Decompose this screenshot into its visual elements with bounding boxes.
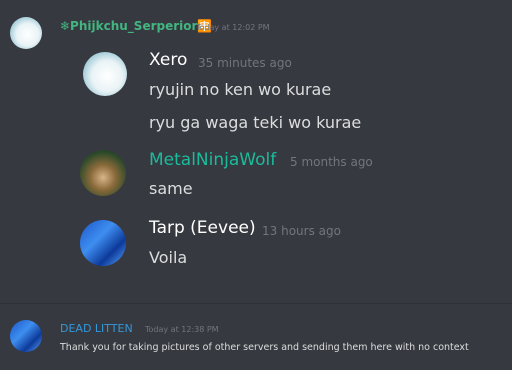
message-divider (0, 303, 512, 304)
metalninjawolf-avatar (80, 150, 126, 196)
xero-username: Xero (149, 50, 188, 70)
dead-litten-message: Thank you for taking pictures of other s… (60, 342, 469, 353)
tarp-username: Tarp (Eevee) (149, 218, 256, 238)
tarp-avatar (80, 220, 126, 266)
metalninjawolf-timestamp: 5 months ago (290, 155, 373, 169)
tarp-timestamp: 13 hours ago (262, 224, 341, 238)
phijkchu-username[interactable]: ❄Phijkchu_Serperior🈸 (60, 19, 212, 33)
tarp-message: Voila (149, 248, 188, 267)
phijkchu-avatar[interactable] (10, 17, 42, 49)
xero-message-line-2: ryu ga waga teki wo kurae (149, 113, 362, 132)
dead-litten-avatar[interactable] (10, 320, 42, 352)
embedded-screenshot[interactable]: Xero 35 minutes ago ryujin no ken wo kur… (80, 42, 512, 280)
metalninjawolf-message: same (149, 179, 193, 198)
dead-litten-timestamp: Today at 12:38 PM (145, 325, 219, 334)
xero-avatar (83, 52, 127, 96)
metalninjawolf-username: MetalNinjaWolf (149, 150, 277, 170)
xero-message-line-1: ryujin no ken wo kurae (149, 80, 332, 99)
phijkchu-timestamp: Today at 12:02 PM (196, 23, 270, 32)
dead-litten-username[interactable]: DEAD LITTEN (60, 322, 133, 335)
xero-timestamp: 35 minutes ago (198, 56, 292, 70)
